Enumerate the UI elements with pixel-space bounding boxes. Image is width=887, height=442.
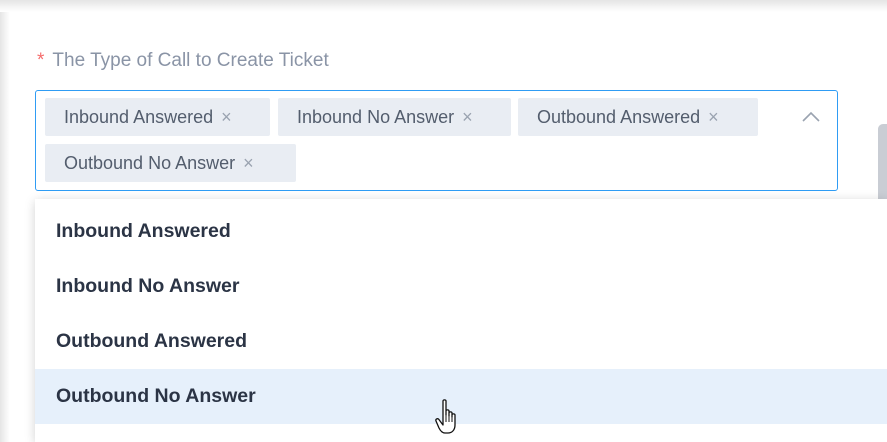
tag-label: Inbound No Answer [297,106,455,127]
field-label: * The Type of Call to Create Ticket [37,50,329,72]
selected-tag: Outbound No Answer × [45,144,296,182]
field-label-text: The Type of Call to Create Ticket [52,50,329,71]
form-panel: * The Type of Call to Create Ticket Inbo… [0,0,887,442]
dropdown-option[interactable]: Inbound No Answer [35,259,887,314]
chevron-up-icon[interactable] [800,108,822,126]
panel-shadow-top [0,0,887,12]
panel-shadow-left [0,12,10,442]
tag-close-icon[interactable]: × [708,107,719,128]
selected-tag: Inbound Answered × [45,98,270,136]
tag-close-icon[interactable]: × [462,107,473,128]
dropdown-option[interactable]: Inbound Answered [35,204,887,259]
option-label: Outbound Answered [56,330,248,352]
tag-label: Outbound No Answer [64,152,236,173]
option-label: Inbound Answered [56,220,231,242]
tag-close-icon[interactable]: × [243,153,254,174]
selected-tag: Outbound Answered × [518,98,758,136]
selected-tag: Inbound No Answer × [278,98,511,136]
dropdown-option[interactable]: Outbound Answered [35,314,887,369]
tag-label: Outbound Answered [537,106,701,127]
option-label: Inbound No Answer [56,275,240,297]
option-label: Outbound No Answer [56,385,256,407]
tag-close-icon[interactable]: × [221,107,232,128]
hand-pointer-icon [435,399,456,434]
required-marker: * [37,50,45,71]
tag-label: Inbound Answered [64,106,214,127]
